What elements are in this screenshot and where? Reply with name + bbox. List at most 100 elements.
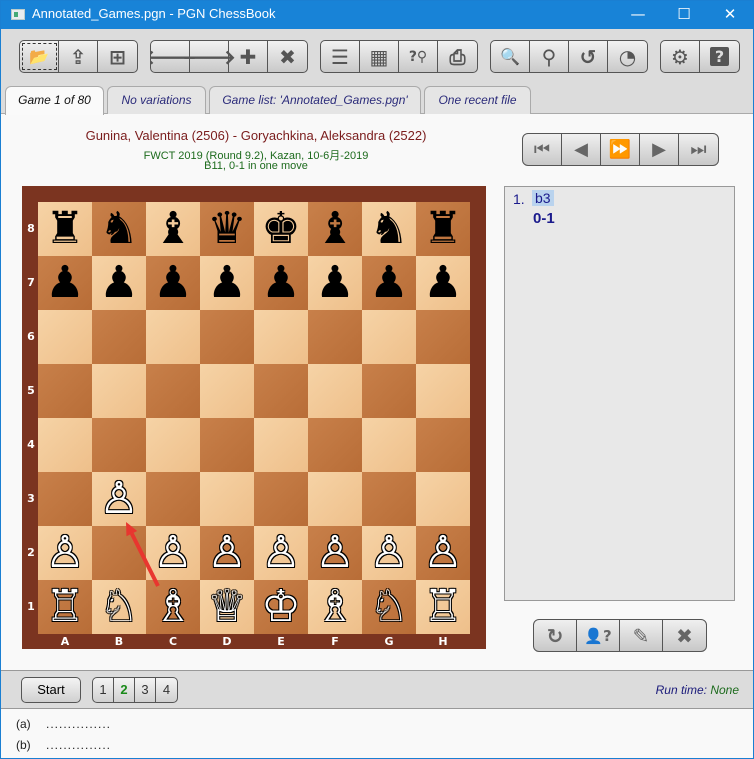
search-back-button[interactable]: ↺ xyxy=(569,41,608,72)
black-pawn-piece[interactable]: ♟ xyxy=(99,261,138,305)
square-h7[interactable]: ♟ xyxy=(416,256,470,310)
square-b4[interactable] xyxy=(92,418,146,472)
board-button[interactable]: ▦ xyxy=(360,41,399,72)
next-move-button[interactable]: ▶ xyxy=(640,134,679,165)
square-f3[interactable] xyxy=(308,472,362,526)
white-pawn-piece[interactable]: ♙ xyxy=(45,531,84,575)
previous-move-button[interactable]: ◀ xyxy=(562,134,601,165)
square-c1[interactable]: ♗ xyxy=(146,580,200,634)
forward-button[interactable]: 🡒 xyxy=(182,41,236,72)
square-g1[interactable]: ♘ xyxy=(362,580,416,634)
save-file-button[interactable]: ⇪ xyxy=(59,41,98,72)
black-pawn-piece[interactable]: ♟ xyxy=(423,261,462,305)
square-b1[interactable]: ♘ xyxy=(92,580,146,634)
square-a5[interactable] xyxy=(38,364,92,418)
white-rook-piece[interactable]: ♖ xyxy=(45,585,84,629)
square-h2[interactable]: ♙ xyxy=(416,526,470,580)
first-move-button[interactable]: ⏮ xyxy=(523,134,562,165)
square-e6[interactable] xyxy=(254,310,308,364)
square-d6[interactable] xyxy=(200,310,254,364)
maximize-button[interactable]: ☐ xyxy=(661,1,707,29)
square-c4[interactable] xyxy=(146,418,200,472)
square-e2[interactable]: ♙ xyxy=(254,526,308,580)
square-h3[interactable] xyxy=(416,472,470,526)
square-c2[interactable]: ♙ xyxy=(146,526,200,580)
move-b3[interactable]: b3 xyxy=(532,190,554,206)
white-pawn-piece[interactable]: ♙ xyxy=(207,531,246,575)
white-pawn-piece[interactable]: ♙ xyxy=(153,531,192,575)
white-bishop-piece[interactable]: ♗ xyxy=(153,585,192,629)
square-a2[interactable]: ♙ xyxy=(38,526,92,580)
square-f1[interactable]: ♗ xyxy=(308,580,362,634)
square-a8[interactable]: ♜ xyxy=(38,202,92,256)
square-h8[interactable]: ♜ xyxy=(416,202,470,256)
print-button[interactable]: ⎙ xyxy=(438,41,477,72)
white-rook-piece[interactable]: ♖ xyxy=(423,585,462,629)
white-bishop-piece[interactable]: ♗ xyxy=(315,585,354,629)
square-g2[interactable]: ♙ xyxy=(362,526,416,580)
tab-variations[interactable]: No variations xyxy=(107,86,206,114)
edit-button[interactable]: ✎ xyxy=(620,620,663,651)
white-knight-piece[interactable]: ♘ xyxy=(369,585,408,629)
square-a1[interactable]: ♖ xyxy=(38,580,92,634)
black-rook-piece[interactable]: ♜ xyxy=(45,207,84,251)
square-c6[interactable] xyxy=(146,310,200,364)
add-button[interactable]: ✚ xyxy=(229,41,268,72)
square-d4[interactable] xyxy=(200,418,254,472)
square-g4[interactable] xyxy=(362,418,416,472)
flip-board-button[interactable]: ↻ xyxy=(534,620,577,651)
black-king-piece[interactable]: ♚ xyxy=(261,207,300,251)
square-c8[interactable]: ♝ xyxy=(146,202,200,256)
black-knight-piece[interactable]: ♞ xyxy=(99,207,138,251)
help-button[interactable]: ? xyxy=(700,41,739,72)
page-4-button[interactable]: 4 xyxy=(156,678,177,702)
auto-play-button[interactable]: ⏩ xyxy=(601,134,640,165)
square-e8[interactable]: ♚ xyxy=(254,202,308,256)
square-a6[interactable] xyxy=(38,310,92,364)
square-e5[interactable] xyxy=(254,364,308,418)
square-b6[interactable] xyxy=(92,310,146,364)
guess-player-button[interactable]: 👤? xyxy=(577,620,620,651)
square-h4[interactable] xyxy=(416,418,470,472)
white-pawn-piece[interactable]: ♙ xyxy=(369,531,408,575)
close-window-button[interactable]: ✕ xyxy=(707,1,753,29)
square-h5[interactable] xyxy=(416,364,470,418)
square-d3[interactable] xyxy=(200,472,254,526)
white-pawn-piece[interactable]: ♙ xyxy=(261,531,300,575)
square-g7[interactable]: ♟ xyxy=(362,256,416,310)
square-g6[interactable] xyxy=(362,310,416,364)
search-unknown-button[interactable]: ?⚲ xyxy=(399,41,438,72)
minimize-button[interactable]: — xyxy=(615,1,661,29)
white-pawn-piece[interactable]: ♙ xyxy=(423,531,462,575)
square-e3[interactable] xyxy=(254,472,308,526)
black-rook-piece[interactable]: ♜ xyxy=(423,207,462,251)
white-queen-piece[interactable]: ♕ xyxy=(207,585,246,629)
black-pawn-piece[interactable]: ♟ xyxy=(45,261,84,305)
new-file-button[interactable]: ⊞ xyxy=(98,41,137,72)
white-king-piece[interactable]: ♔ xyxy=(261,585,300,629)
square-f4[interactable] xyxy=(308,418,362,472)
square-g8[interactable]: ♞ xyxy=(362,202,416,256)
page-3-button[interactable]: 3 xyxy=(135,678,156,702)
square-a7[interactable]: ♟ xyxy=(38,256,92,310)
square-e4[interactable] xyxy=(254,418,308,472)
tab-game[interactable]: Game 1 of 80 xyxy=(5,86,104,115)
search-position-button[interactable]: ⚲ xyxy=(530,41,569,72)
square-b3[interactable]: ♙ xyxy=(92,472,146,526)
player-list-button[interactable]: ☰ xyxy=(321,41,360,72)
square-e7[interactable]: ♟ xyxy=(254,256,308,310)
page-1-button[interactable]: 1 xyxy=(93,678,114,702)
square-c7[interactable]: ♟ xyxy=(146,256,200,310)
open-file-button[interactable]: 📂 xyxy=(20,41,59,72)
start-button[interactable]: Start xyxy=(21,677,81,703)
square-g3[interactable] xyxy=(362,472,416,526)
square-e1[interactable]: ♔ xyxy=(254,580,308,634)
square-f7[interactable]: ♟ xyxy=(308,256,362,310)
white-pawn-piece[interactable]: ♙ xyxy=(99,477,138,521)
square-f5[interactable] xyxy=(308,364,362,418)
page-2-button[interactable]: 2 xyxy=(114,678,135,702)
black-bishop-piece[interactable]: ♝ xyxy=(153,207,192,251)
close-game-button[interactable]: ✖ xyxy=(663,620,706,651)
black-pawn-piece[interactable]: ♟ xyxy=(207,261,246,305)
black-pawn-piece[interactable]: ♟ xyxy=(315,261,354,305)
